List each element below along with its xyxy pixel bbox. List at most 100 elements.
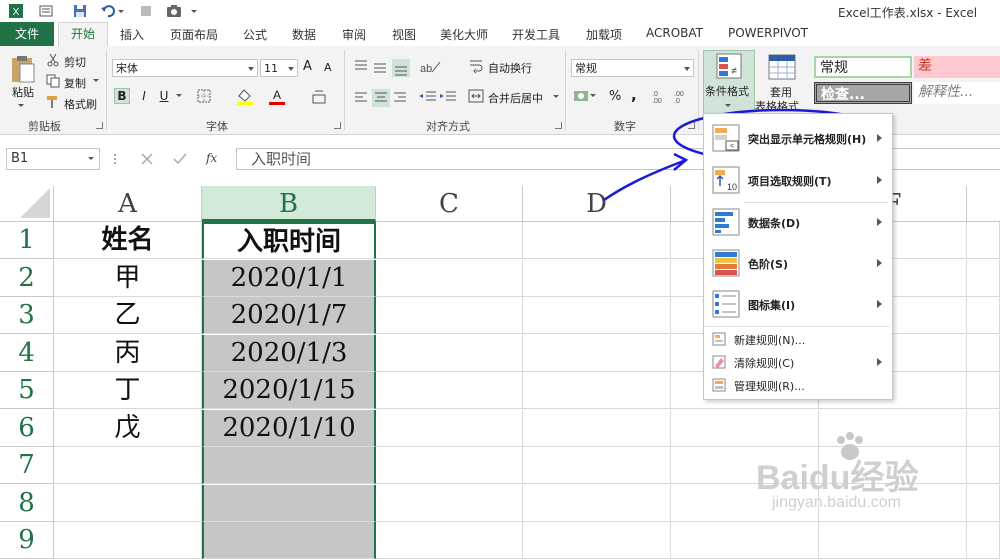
save-icon[interactable]	[72, 3, 88, 19]
menu-item-clear-rules[interactable]: 清除规则(C)	[704, 351, 890, 373]
cell-g6[interactable]	[967, 410, 1000, 447]
formula-bar-grip-icon[interactable]	[112, 150, 118, 168]
orientation-icon[interactable]: ab	[418, 58, 442, 76]
merge-center-button[interactable]: 合并后居中	[488, 90, 543, 106]
cell-g7[interactable]	[967, 447, 1000, 484]
merge-dropdown-icon[interactable]	[552, 93, 560, 101]
format-as-table-icon[interactable]	[768, 54, 796, 80]
cell-b2[interactable]: 2020/1/1	[202, 260, 376, 297]
undo-icon[interactable]	[100, 3, 116, 19]
row-header[interactable]: 3	[0, 297, 54, 334]
cell-d9[interactable]	[523, 522, 671, 559]
indent-icons[interactable]	[418, 88, 458, 106]
qat-more-icon[interactable]	[188, 3, 200, 19]
border-icon[interactable]	[196, 88, 212, 104]
cell-g2[interactable]	[967, 260, 1000, 297]
name-box-dropdown-icon[interactable]	[86, 155, 96, 163]
cell-b8[interactable]	[202, 485, 376, 522]
cell-d8[interactable]	[523, 485, 671, 522]
cell-d6[interactable]	[523, 410, 671, 447]
tab-home[interactable]: 开始	[58, 22, 108, 48]
format-painter-button[interactable]: 格式刷	[64, 96, 97, 112]
row-header[interactable]: 5	[0, 372, 54, 409]
cell-f9[interactable]	[819, 522, 967, 559]
style-bad[interactable]: 差	[914, 56, 1000, 78]
copy-button[interactable]: 复制	[64, 75, 86, 91]
cell-c7[interactable]	[376, 447, 523, 484]
format-as-table-label-2[interactable]: 表格格式	[755, 98, 799, 114]
font-name-combo[interactable]: 宋体	[112, 59, 258, 77]
chevron-down-icon[interactable]	[288, 67, 294, 71]
cell-c4[interactable]	[376, 335, 523, 372]
cut-icon[interactable]	[46, 53, 60, 67]
row-header[interactable]: 2	[0, 260, 54, 297]
clipboard-launcher-icon[interactable]	[96, 122, 103, 129]
cell-g5[interactable]	[967, 372, 1000, 409]
menu-item-data-bars[interactable]: 数据条(D)	[704, 202, 890, 242]
cell-a3[interactable]: 乙	[54, 297, 202, 334]
conditional-formatting-button[interactable]: ≠ 条件格式	[703, 50, 755, 114]
row-header[interactable]: 9	[0, 522, 54, 559]
menu-item-new-rule[interactable]: 新建规则(N)...	[704, 328, 890, 350]
italic-button[interactable]: I	[136, 88, 152, 104]
tab-page-layout[interactable]: 页面布局	[170, 26, 218, 43]
menu-item-manage-rules[interactable]: 管理规则(R)...	[704, 374, 890, 396]
phonetic-guide-icon[interactable]	[310, 87, 328, 105]
vertical-align-icons[interactable]	[352, 58, 410, 78]
paste-dropdown-icon[interactable]	[16, 102, 26, 110]
column-header-a[interactable]: A	[54, 186, 202, 222]
menu-item-color-scales[interactable]: 色阶(S)	[704, 243, 890, 283]
underline-button[interactable]: U	[156, 88, 172, 104]
menu-item-icon-sets[interactable]: 图标集(I)	[704, 284, 890, 324]
cell-d2[interactable]	[523, 260, 671, 297]
merge-center-icon[interactable]	[468, 88, 484, 104]
cell-c8[interactable]	[376, 485, 523, 522]
tab-insert[interactable]: 插入	[120, 26, 144, 43]
grow-font-button[interactable]: A	[303, 59, 312, 74]
tab-formulas[interactable]: 公式	[243, 26, 267, 43]
cell-g3[interactable]	[967, 297, 1000, 334]
wrap-text-icon[interactable]	[468, 58, 484, 74]
cell-a4[interactable]: 丙	[54, 335, 202, 372]
customize-qat-icon[interactable]	[38, 3, 54, 19]
paste-icon[interactable]	[8, 54, 38, 84]
tab-add-ins[interactable]: 加载项	[586, 26, 622, 43]
insert-function-button[interactable]: fx	[206, 151, 217, 165]
cell-b6[interactable]: 2020/1/10	[202, 410, 376, 447]
column-header-b[interactable]: B	[202, 186, 376, 222]
cell-g1[interactable]	[967, 222, 1000, 259]
cell-a5[interactable]: 丁	[54, 372, 202, 409]
paste-button[interactable]: 粘贴	[12, 84, 34, 100]
bold-button[interactable]: B	[114, 88, 130, 104]
font-launcher-icon[interactable]	[334, 122, 341, 129]
cell-b7[interactable]	[202, 447, 376, 484]
alignment-launcher-icon[interactable]	[555, 122, 562, 129]
tab-beautify-master[interactable]: 美化大师	[440, 26, 488, 43]
font-size-combo[interactable]: 11	[260, 59, 298, 77]
percent-button[interactable]: %	[609, 89, 621, 104]
cell-b5[interactable]: 2020/1/15	[202, 372, 376, 409]
style-normal[interactable]: 常规	[814, 56, 912, 78]
cancel-icon[interactable]	[140, 152, 154, 166]
cell-d7[interactable]	[523, 447, 671, 484]
style-check-cell[interactable]: 检查...	[814, 82, 912, 104]
copy-dropdown-icon[interactable]	[92, 77, 100, 85]
wrap-text-button[interactable]: 自动换行	[488, 60, 532, 76]
column-header-c[interactable]: C	[376, 186, 523, 222]
tab-file[interactable]: 文件	[0, 22, 54, 46]
tab-developer[interactable]: 开发工具	[512, 26, 560, 43]
number-format-combo[interactable]: 常规	[571, 59, 694, 77]
cut-button[interactable]: 剪切	[64, 54, 86, 70]
row-header[interactable]: 4	[0, 335, 54, 372]
tab-acrobat[interactable]: ACROBAT	[646, 26, 703, 40]
column-header-g[interactable]	[967, 186, 1000, 222]
cell-d5[interactable]	[523, 372, 671, 409]
style-explanatory[interactable]: 解释性...	[914, 82, 1000, 104]
cell-b3[interactable]: 2020/1/7	[202, 297, 376, 334]
cell-e6[interactable]	[671, 410, 819, 447]
cell-c6[interactable]	[376, 410, 523, 447]
row-header[interactable]: 1	[0, 222, 54, 259]
undo-dropdown-icon[interactable]	[116, 3, 126, 19]
cell-c9[interactable]	[376, 522, 523, 559]
number-launcher-icon[interactable]	[688, 122, 695, 129]
